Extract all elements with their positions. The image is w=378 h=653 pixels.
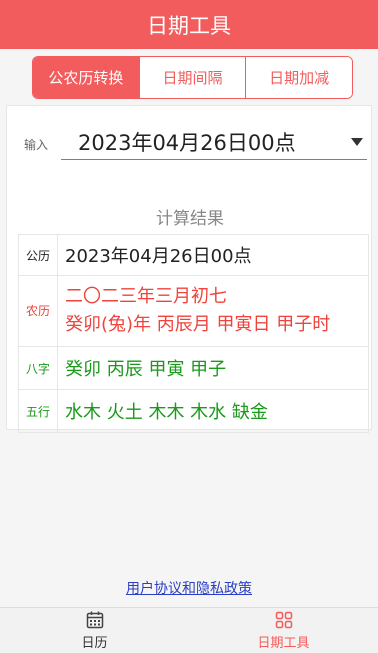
row-lunar: 农历 二〇二三年三月初七 癸卯(兔)年 丙辰月 甲寅日 甲子时 [18,276,369,347]
row-wuxing: 五行 水木 火土 木木 木水 缺金 [18,390,369,433]
row-label-bazi: 八字 [19,347,58,389]
row-label-lunar: 农历 [19,276,58,346]
tab-date-add-subtract[interactable]: 日期加减 [245,57,352,98]
date-input-dropdown[interactable]: 2023年04月26日00点 [61,124,367,160]
row-label-gregorian: 公历 [19,235,58,275]
dropdown-arrow-icon[interactable] [351,137,363,146]
tab-bar: 公农历转换 日期间隔 日期加减 [32,56,353,99]
grid-icon [275,611,292,629]
page-title: 日期工具 [147,13,231,38]
bottom-nav: 日历 日期工具 [0,607,378,653]
gregorian-value: 2023年04月26日00点 [65,246,252,267]
app-header: 日期工具 [0,0,378,49]
nav-item-date-tools[interactable]: 日期工具 [189,608,378,653]
row-bazi: 八字 癸卯 丙辰 甲寅 甲子 [18,347,369,390]
lunar-value: 二〇二三年三月初七 癸卯(兔)年 丙辰月 甲寅日 甲子时 [58,276,368,346]
converter-card: 输入 2023年04月26日00点 计算结果 公历 2023年04月26日00点… [6,105,372,433]
nav-item-calendar[interactable]: 日历 [0,608,189,653]
row-label-wuxing: 五行 [19,390,58,432]
date-input-value: 2023年04月26日00点 [78,130,296,155]
tab-date-interval[interactable]: 日期间隔 [138,57,246,98]
wuxing-value: 水木 火土 木木 木水 缺金 [65,402,268,423]
lunar-date-text: 二〇二三年三月初七 [65,286,227,307]
nav-label-calendar: 日历 [81,636,108,651]
privacy-policy-link[interactable]: 用户协议和隐私政策 [0,578,378,598]
calendar-icon [86,611,103,629]
lunar-ganzhi-text: 癸卯(兔)年 丙辰月 甲寅日 甲子时 [65,314,331,335]
bazi-value: 癸卯 丙辰 甲寅 甲子 [65,359,227,380]
input-label: 输入 [24,138,49,152]
result-table: 公历 2023年04月26日00点 农历 二〇二三年三月初七 癸卯(兔)年 丙辰… [18,234,369,433]
row-gregorian: 公历 2023年04月26日00点 [18,235,369,276]
tab-lunar-conversion[interactable]: 公农历转换 [33,57,139,98]
nav-label-date-tools: 日期工具 [257,636,310,651]
result-title: 计算结果 [156,209,224,229]
